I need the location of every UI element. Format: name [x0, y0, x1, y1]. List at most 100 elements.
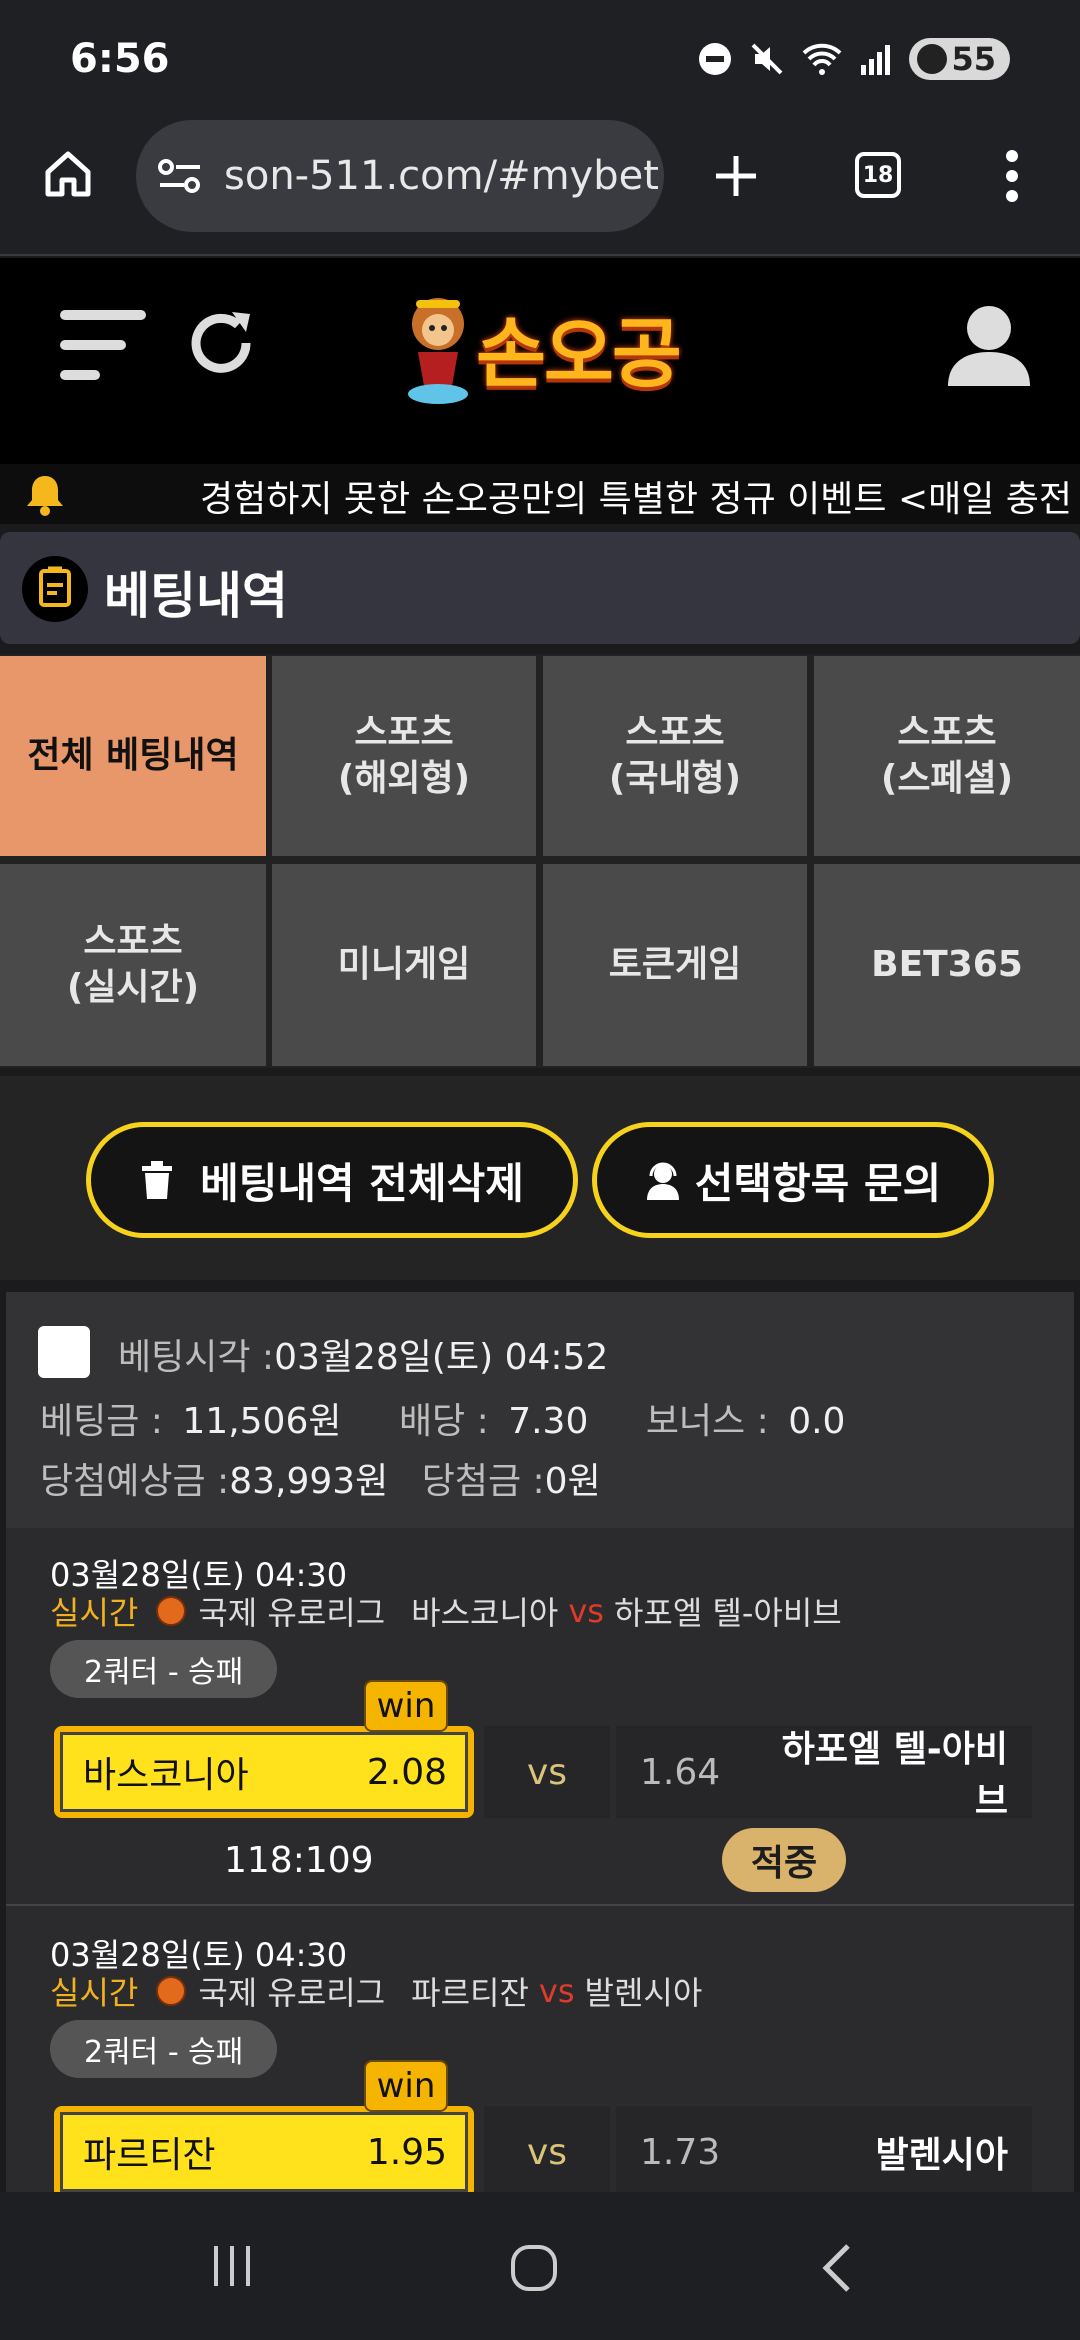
away-option: 1.64 하포엘 텔-아비브 [616, 1726, 1032, 1822]
status-icons: 55 [697, 38, 1010, 80]
battery-level: 55 [951, 40, 996, 78]
tab-sports-special[interactable]: 스포츠 (스페셜) [814, 656, 1080, 856]
vs-box: vs [484, 1726, 610, 1818]
user-icon[interactable] [946, 302, 1032, 388]
bet-summary: 베팅시각 :03월28일(토) 04:52 베팅금 : 11,506원 배당 :… [6, 1292, 1074, 1528]
win-amount-value: 0원 [544, 1461, 601, 1502]
bet-actions: 베팅내역 전체삭제 선택항목 문의 [0, 1076, 1080, 1280]
site-settings-icon[interactable] [158, 158, 202, 194]
match-item: 03월28일(토) 04:30 실시간 국제 유로리그 파르티잔 vs 발렌시아… [6, 1908, 1074, 2192]
away-odds: 1.73 [640, 2131, 721, 2173]
tab-sports-live[interactable]: 스포츠 (실시간) [0, 864, 266, 1066]
bonus-value: 0.0 [788, 1401, 846, 1442]
tab-token-game[interactable]: 토큰게임 [543, 864, 807, 1066]
menu-icon[interactable] [60, 308, 148, 384]
section-title: 베팅내역 [104, 567, 288, 625]
league-name: 국제 유로리그 [198, 1594, 386, 1632]
marquee-text: 경험하지 못한 손오공만의 특별한 정규 이벤트 <매일 충전 [200, 479, 1073, 520]
trash-icon [142, 1161, 173, 1199]
expected-payout-value: 83,993원 [229, 1461, 389, 1502]
recent-apps-icon[interactable] [210, 2244, 254, 2288]
back-icon[interactable] [820, 2242, 854, 2294]
monkey-mascot-icon [408, 298, 468, 404]
match-item: 03월28일(토) 04:30 실시간 국제 유로리그 바스코니아 vs 하포엘… [6, 1528, 1074, 1906]
more-options-icon[interactable] [1002, 148, 1022, 204]
url-field[interactable]: son-511.com/#mybet [136, 120, 664, 232]
basketball-icon [156, 1596, 187, 1626]
bet-history-icon [22, 556, 88, 622]
do-not-disturb-icon [699, 43, 732, 75]
home-team: 파르티잔 [411, 1974, 529, 2012]
match-league-row: 실시간 국제 유로리그 파르티잔 vs 발렌시아 [50, 1968, 702, 2014]
tab-bet365[interactable]: BET365 [814, 864, 1080, 1066]
vs-label: vs [538, 1972, 575, 2010]
win-amount-label: 당첨금 : [421, 1461, 545, 1502]
pick-odds: 2.08 [366, 1751, 447, 1793]
away-option-team: 하포엘 텔-아비브 [781, 1729, 1008, 1822]
league-name: 국제 유로리그 [198, 1974, 386, 2012]
home-team: 바스코니아 [411, 1594, 559, 1632]
battery-leaf-icon [917, 44, 948, 74]
home-nav-icon[interactable] [510, 2244, 558, 2292]
live-tag: 실시간 [50, 1594, 139, 1632]
wifi-icon [803, 43, 842, 75]
bet-amount-value: 11,506원 [182, 1401, 342, 1442]
signal-icon [861, 45, 891, 75]
away-option: 1.73 발렌시아 [616, 2106, 1032, 2192]
selected-pick: 파르티잔 1.95 [54, 2106, 474, 2192]
new-tab-icon[interactable] [712, 152, 760, 200]
away-team: 하포엘 텔-아비브 [613, 1594, 842, 1632]
pick-badge: win [364, 2060, 448, 2112]
refresh-icon[interactable] [184, 306, 258, 380]
vs-label: vs [568, 1592, 604, 1630]
bet-amount-row: 베팅금 : 11,506원 배당 : 7.30 보너스 : 0.0 [40, 1392, 845, 1444]
tab-sports-domestic[interactable]: 스포츠 (국내형) [543, 656, 807, 856]
delete-all-button[interactable]: 베팅내역 전체삭제 [86, 1122, 578, 1238]
bell-icon [27, 476, 63, 516]
inquiry-button[interactable]: 선택항목 문의 [592, 1122, 994, 1238]
inquiry-label: 선택항목 문의 [694, 1158, 942, 1208]
market-type: 2쿼터 - 승패 [50, 1640, 278, 1698]
bet-card: 베팅시각 :03월28일(토) 04:52 베팅금 : 11,506원 배당 :… [6, 1292, 1074, 2192]
bet-time-value: 03월28일(토) 04:52 [274, 1337, 609, 1378]
bet-time-row: 베팅시각 :03월28일(토) 04:52 [118, 1328, 608, 1380]
pick-team: 바스코니아 [83, 1755, 249, 1796]
pick-odds: 1.95 [366, 2131, 447, 2173]
tab-switcher-button[interactable]: 18 [855, 152, 901, 198]
live-tag: 실시간 [50, 1974, 139, 2012]
logo-text: 손오공 [476, 309, 682, 398]
bonus-label: 보너스 : [645, 1401, 769, 1442]
site-header: 손오공 [0, 258, 1080, 464]
home-icon[interactable] [42, 148, 94, 200]
bet-select-checkbox[interactable] [38, 1326, 90, 1378]
pick-team: 파르티잔 [83, 2135, 216, 2176]
battery-indicator: 55 [909, 38, 1010, 80]
tab-sports-overseas[interactable]: 스포츠 (해외형) [272, 656, 536, 856]
pick-badge: win [364, 1680, 448, 1732]
mute-icon [752, 43, 783, 75]
market-type: 2쿼터 - 승패 [50, 2020, 278, 2078]
odds-label: 배당 : [398, 1401, 489, 1442]
match-league-row: 실시간 국제 유로리그 바스코니아 vs 하포엘 텔-아비브 [50, 1588, 842, 1634]
bet-time-label: 베팅시각 : [118, 1337, 275, 1378]
support-agent-icon [646, 1162, 679, 1200]
away-option-team: 발렌시아 [875, 2135, 1008, 2176]
away-team: 발렌시아 [584, 1974, 703, 2012]
tab-mini-game[interactable]: 미니게임 [272, 864, 536, 1066]
vs-box: vs [484, 2106, 610, 2192]
selected-pick: 바스코니아 2.08 [54, 1726, 474, 1818]
odds-value: 7.30 [508, 1401, 589, 1442]
site-logo[interactable]: 손오공 [400, 288, 682, 406]
tab-all-bets[interactable]: 전체 베팅내역 [0, 656, 266, 856]
status-bar: 6:56 55 [0, 0, 1080, 118]
system-nav-bar [0, 2192, 1080, 2340]
bet-category-tabs: 전체 베팅내역 스포츠 (해외형) 스포츠 (국내형) 스포츠 (스페셜) 스포… [0, 654, 1080, 1068]
basketball-icon [156, 1976, 187, 2006]
expected-payout-label: 당첨예상금 : [40, 1461, 230, 1502]
section-header: 베팅내역 [0, 532, 1080, 644]
url-text: son-511.com/#mybet [224, 153, 659, 199]
bet-amount-label: 베팅금 : [40, 1401, 163, 1442]
bet-payout-row: 당첨예상금 :83,993원 당첨금 :0원 [40, 1452, 601, 1504]
away-odds: 1.64 [640, 1751, 721, 1793]
notice-marquee: 경험하지 못한 손오공만의 특별한 정규 이벤트 <매일 충전 [0, 464, 1080, 524]
